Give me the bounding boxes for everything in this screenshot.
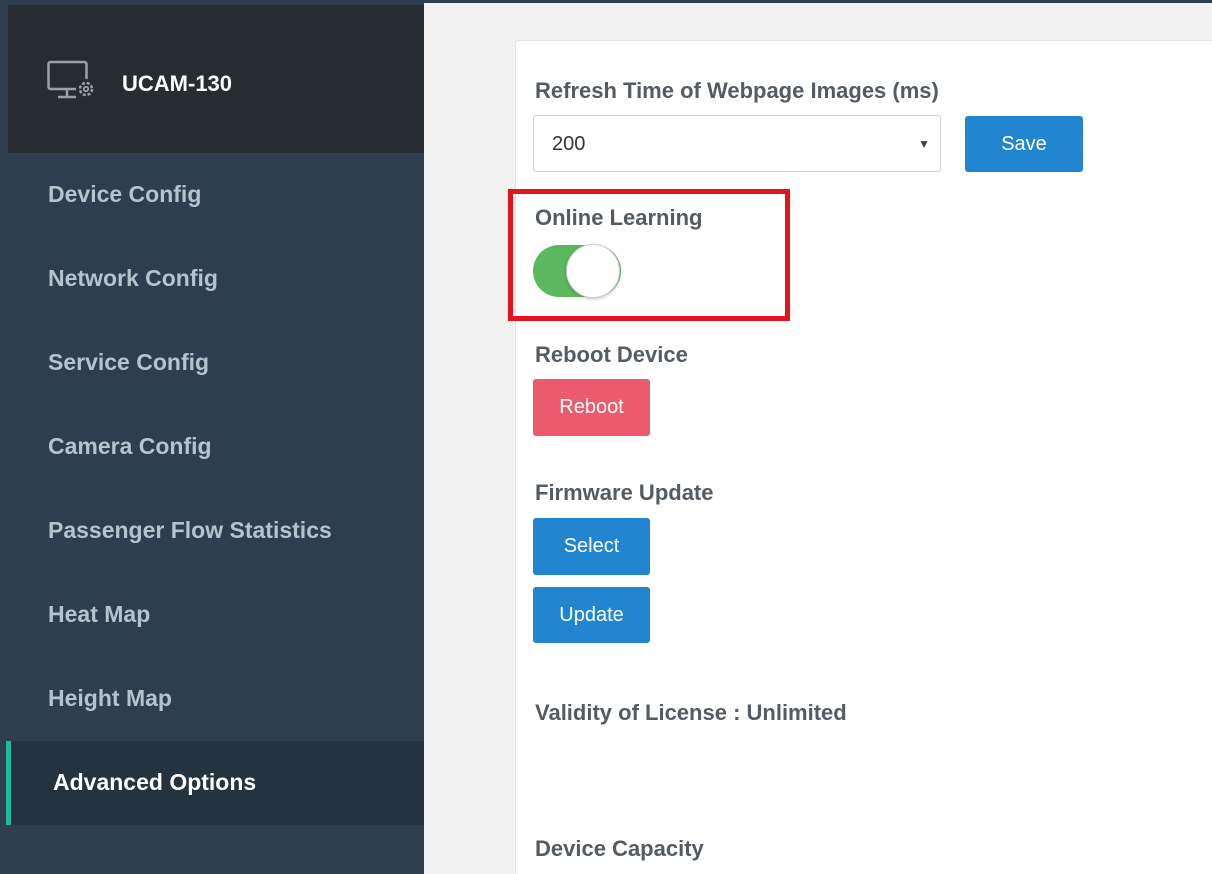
- device-capacity-label: Device Capacity: [535, 836, 704, 861]
- refresh-time-select[interactable]: 200 ▼: [533, 115, 941, 172]
- save-button[interactable]: Save: [965, 116, 1083, 172]
- sidebar-item-network-config[interactable]: Network Config: [8, 237, 424, 321]
- sidebar-item-device-config[interactable]: Device Config: [8, 153, 424, 237]
- sidebar-item-label: Heat Map: [48, 601, 151, 627]
- select-firmware-button[interactable]: Select: [533, 518, 650, 575]
- sidebar-item-advanced-options[interactable]: Advanced Options: [6, 741, 424, 825]
- top-border: [424, 0, 1212, 3]
- sidebar-item-label: Passenger Flow Statistics: [48, 517, 332, 543]
- sidebar-item-service-config[interactable]: Service Config: [8, 321, 424, 405]
- sidebar-item-height-map[interactable]: Height Map: [8, 657, 424, 741]
- sidebar-item-heat-map[interactable]: Heat Map: [8, 573, 424, 657]
- online-learning-label: Online Learning: [535, 205, 703, 230]
- sidebar-item-label: Network Config: [48, 265, 218, 291]
- sidebar-item-label: Camera Config: [48, 433, 212, 459]
- reboot-button[interactable]: Reboot: [533, 379, 650, 436]
- toggle-knob: [566, 244, 620, 298]
- online-learning-toggle[interactable]: [533, 244, 621, 298]
- chevron-down-icon: ▼: [918, 137, 930, 151]
- reboot-device-label: Reboot Device: [535, 342, 688, 367]
- license-validity-text: Validity of License : Unlimited: [535, 700, 847, 725]
- sidebar-item-label: Advanced Options: [53, 769, 257, 795]
- firmware-update-label: Firmware Update: [535, 480, 714, 505]
- update-firmware-button[interactable]: Update: [533, 587, 650, 643]
- refresh-time-value: 200: [552, 133, 586, 155]
- monitor-gear-icon: [47, 60, 96, 99]
- sidebar: UCAM-130 Device Config Network Config Se…: [0, 0, 424, 874]
- sidebar-item-camera-config[interactable]: Camera Config: [8, 405, 424, 489]
- sidebar-item-label: Device Config: [48, 181, 202, 207]
- sidebar-item-passenger-flow-statistics[interactable]: Passenger Flow Statistics: [8, 489, 424, 573]
- refresh-time-label: Refresh Time of Webpage Images (ms): [535, 78, 939, 103]
- sidebar-item-label: Service Config: [48, 349, 210, 375]
- sidebar-item-label: Height Map: [48, 685, 172, 711]
- app-title: UCAM-130: [122, 71, 233, 96]
- brand-header: UCAM-130: [8, 5, 424, 153]
